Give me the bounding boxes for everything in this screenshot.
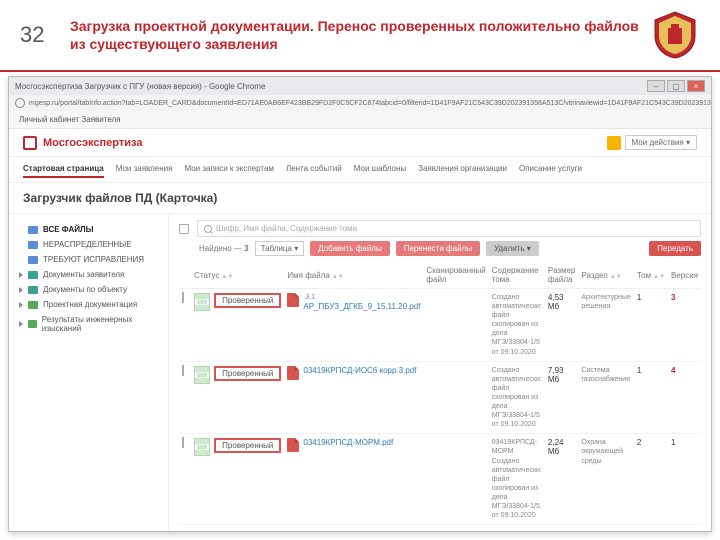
- folder-icon: [28, 241, 38, 249]
- content-cell: Создано автоматически: файл скопирован и…: [489, 289, 545, 362]
- search-placeholder: Шифр, Имя файла, Содержание тома: [216, 224, 357, 233]
- url-text: mgesp.ru/portal/tabInfo.action?tab=LOADE…: [29, 100, 711, 107]
- brand-text: Мосгосэкспертиза: [43, 137, 142, 149]
- notification-icon[interactable]: [607, 136, 621, 150]
- folder-icon: [28, 301, 38, 309]
- move-files-button[interactable]: Перенести файлы: [396, 241, 480, 256]
- chevron-icon: [19, 302, 23, 308]
- select-all-checkbox[interactable]: [179, 224, 189, 234]
- tab-5[interactable]: Заявления организации: [418, 161, 507, 178]
- sidebar-item-6[interactable]: Результаты инженерных изысканий: [19, 312, 158, 336]
- size-cell: 4,53 Мб: [545, 289, 579, 362]
- tab-3[interactable]: Лента событий: [286, 161, 342, 178]
- volume-cell: 1: [634, 289, 668, 362]
- browser-window: Мосгосэкспертиза Загрузчик с ПГУ (новая …: [8, 76, 712, 532]
- row-checkbox[interactable]: [182, 365, 184, 376]
- view-select[interactable]: Таблица ▾: [255, 241, 305, 256]
- window-maximize[interactable]: ▢: [667, 80, 685, 92]
- page-heading: Загрузчик файлов ПД (Карточка): [9, 183, 711, 214]
- table-row: Проверенный 03419КРПСД-ИОС6 корр.3.pdf Соз…: [179, 361, 701, 434]
- tab-6[interactable]: Описание услуги: [519, 161, 582, 178]
- size-cell: 7,93 Мб: [545, 361, 579, 434]
- chevron-icon: [19, 321, 23, 327]
- search-input[interactable]: Шифр, Имя файла, Содержание тома: [197, 220, 701, 237]
- sidebar-label: Документы заявителя: [43, 270, 124, 279]
- pdf-icon: [287, 366, 299, 380]
- delete-button[interactable]: Удалить ▾: [486, 241, 539, 256]
- section-cell: Система газоснабжения: [578, 361, 633, 434]
- version-cell: 4: [668, 361, 701, 434]
- folder-icon: [28, 271, 38, 279]
- sidebar-item-3[interactable]: Документы заявителя: [19, 267, 158, 282]
- volume-cell: 2: [634, 434, 668, 525]
- cabinet-label: Личный кабинет Заявителя: [9, 111, 711, 129]
- sidebar-item-2[interactable]: ТРЕБУЮТ ИСПРАВЛЕНИЯ: [19, 252, 158, 267]
- pdf-icon: [287, 293, 299, 307]
- section-cell: Охрана окружающей среды: [578, 434, 633, 525]
- sidebar-item-0[interactable]: ВСЕ ФАЙЛЫ: [19, 222, 158, 237]
- sidebar-item-5[interactable]: Проектная документация: [19, 297, 158, 312]
- version-cell: 1: [668, 434, 701, 525]
- size-cell: 2,24 Мб: [545, 434, 579, 525]
- transfer-button[interactable]: Передать: [649, 241, 701, 256]
- status-icon: [194, 366, 210, 384]
- file-link[interactable]: 03419КРПСД-МОРМ.pdf: [303, 438, 393, 447]
- status-badge: Проверенный: [214, 293, 281, 308]
- page-number: 32: [20, 22, 60, 48]
- found-count: Найдено — 3: [199, 244, 249, 253]
- tab-0[interactable]: Стартовая страница: [23, 161, 104, 178]
- folder-icon: [28, 226, 38, 234]
- version-cell: 3: [668, 289, 701, 362]
- slide-title: Загрузка проектной документации. Перенос…: [60, 17, 650, 53]
- sidebar-label: ТРЕБУЮТ ИСПРАВЛЕНИЯ: [43, 255, 144, 264]
- status-badge: Проверенный: [214, 366, 281, 381]
- status-badge: Проверенный: [214, 438, 281, 453]
- emblem-icon: [650, 10, 700, 60]
- chevron-icon: [19, 272, 23, 278]
- table-row: Проверенный.3.1АР_ПБУЗ_ДГКБ_9_15.11.20.p…: [179, 289, 701, 362]
- file-link[interactable]: АР_ПБУЗ_ДГКБ_9_15.11.20.pdf: [303, 302, 420, 311]
- sidebar-label: Результаты инженерных изысканий: [42, 315, 158, 333]
- site-info-icon[interactable]: [15, 98, 25, 108]
- window-close[interactable]: ×: [687, 80, 705, 92]
- row-checkbox[interactable]: [182, 292, 184, 303]
- sidebar-label: Проектная документация: [43, 300, 137, 309]
- logo-icon: [23, 136, 37, 150]
- my-actions-dropdown[interactable]: Мои действия ▾: [625, 135, 697, 150]
- status-icon: [194, 438, 210, 456]
- volume-cell: 1: [634, 361, 668, 434]
- sidebar-label: НЕРАСПРЕДЕЛЕННЫЕ: [43, 240, 132, 249]
- status-icon: [194, 293, 210, 311]
- sidebar-item-1[interactable]: НЕРАСПРЕДЕЛЕННЫЕ: [19, 237, 158, 252]
- tab-2[interactable]: Мои записи к экспертам: [184, 161, 273, 178]
- sidebar-item-4[interactable]: Документы по объекту: [19, 282, 158, 297]
- sidebar-label: Документы по объекту: [43, 285, 127, 294]
- files-table: Статус▲▼ Имя файла▲▼ Сканированный файл …: [179, 262, 701, 525]
- content-cell: 03419КРПСД-МОРМ Создано автоматически: ф…: [489, 434, 545, 525]
- add-files-button[interactable]: Добавить файлы: [310, 241, 390, 256]
- tab-4[interactable]: Мои шаблоны: [354, 161, 406, 178]
- pdf-icon: [287, 438, 299, 452]
- tab-1[interactable]: Мои заявления: [116, 161, 173, 178]
- app-logo[interactable]: Мосгосэкспертиза: [23, 136, 142, 150]
- table-row: Проверенный 03419КРПСД-МОРМ.pdf 03419КРПСД…: [179, 434, 701, 525]
- file-link[interactable]: 03419КРПСД-ИОС6 корр.3.pdf: [303, 366, 416, 375]
- browser-tab-title: Мосгосэкспертиза Загрузчик с ПГУ (новая …: [15, 82, 265, 91]
- row-checkbox[interactable]: [182, 437, 184, 448]
- folder-icon: [28, 256, 38, 264]
- sidebar-label: ВСЕ ФАЙЛЫ: [43, 225, 93, 234]
- folder-icon: [28, 286, 38, 294]
- content-cell: Создано автоматически: файл скопирован и…: [489, 361, 545, 434]
- section-cell: Архитектурные решения: [578, 289, 633, 362]
- chevron-icon: [19, 287, 23, 293]
- search-icon: [204, 225, 212, 233]
- folder-icon: [28, 320, 37, 328]
- window-minimize[interactable]: –: [647, 80, 665, 92]
